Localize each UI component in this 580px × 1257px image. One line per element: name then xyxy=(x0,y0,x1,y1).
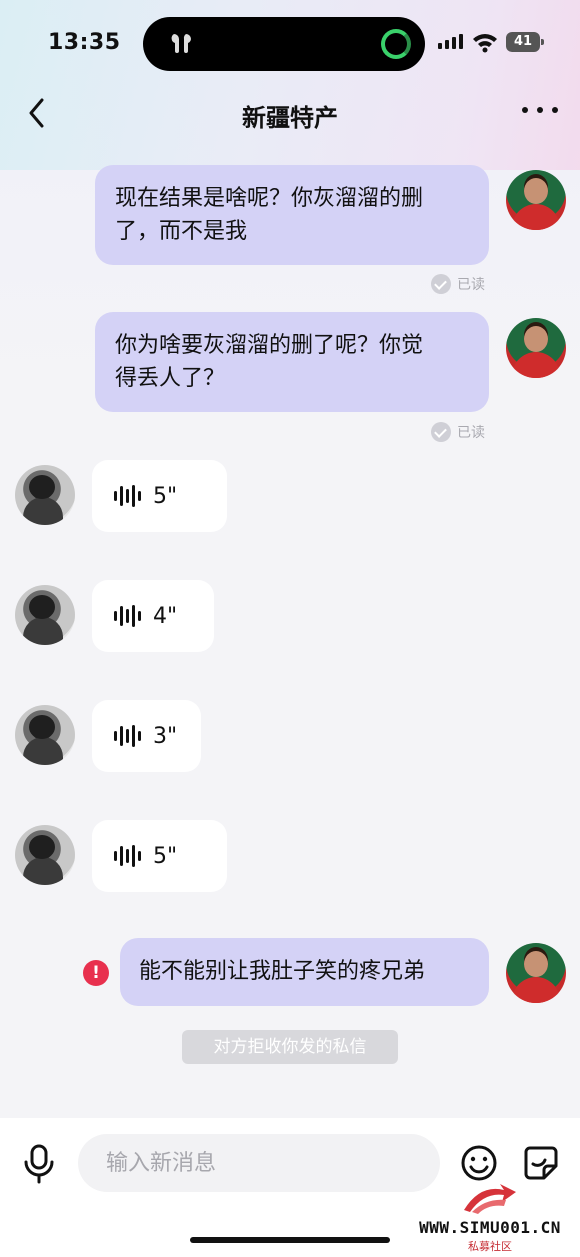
voice-duration: 5" xyxy=(153,843,178,869)
send-failed-icon[interactable]: ! xyxy=(83,960,109,986)
watermark-text: WWW.SIMU001.CN xyxy=(419,1218,561,1237)
sent-message-bubble[interactable]: 你为啥要灰溜溜的删了呢？你觉 得丢人了？ xyxy=(95,312,489,412)
microphone-icon[interactable] xyxy=(22,1144,56,1184)
activity-ring-icon xyxy=(381,29,411,59)
message-text-line: 能不能别让我肚子笑的疼兄弟 xyxy=(139,959,426,984)
home-indicator xyxy=(190,1237,390,1243)
contact-avatar[interactable] xyxy=(15,825,75,885)
voice-duration: 4" xyxy=(153,603,178,629)
voice-duration: 5" xyxy=(153,483,178,509)
battery-icon: 41 xyxy=(506,32,544,52)
voice-message-bubble[interactable]: 5" xyxy=(92,460,227,532)
sent-message-bubble[interactable]: 现在结果是啥呢？你灰溜溜的删 了，而不是我 xyxy=(95,165,489,265)
chat-header: 新疆特产 xyxy=(0,88,580,138)
message-text-line: 你为啥要灰溜溜的删了呢？你觉 xyxy=(115,333,424,358)
contact-avatar[interactable] xyxy=(15,705,75,765)
voice-wave-icon xyxy=(114,844,141,868)
read-status-text: 已读 xyxy=(457,277,485,293)
contact-avatar[interactable] xyxy=(15,585,75,645)
watermark: WWW.SIMU001.CN 私募社区 xyxy=(400,1178,580,1254)
my-avatar[interactable] xyxy=(506,943,566,1003)
read-status-text: 已读 xyxy=(457,425,485,441)
wifi-icon xyxy=(473,34,497,53)
read-receipt: 已读 xyxy=(431,274,485,294)
emoji-icon[interactable] xyxy=(460,1144,498,1182)
sticker-icon[interactable] xyxy=(522,1144,560,1182)
contact-avatar[interactable] xyxy=(15,465,75,525)
voice-message-bubble[interactable]: 4" xyxy=(92,580,214,652)
check-circle-icon xyxy=(431,274,451,294)
voice-wave-icon xyxy=(114,724,141,748)
voice-wave-icon xyxy=(114,484,141,508)
watermark-subtext: 私募社区 xyxy=(468,1240,512,1253)
sent-message-bubble-failed[interactable]: 能不能别让我肚子笑的疼兄弟 xyxy=(120,938,489,1006)
message-text-line: 得丢人了？ xyxy=(115,366,226,391)
check-circle-icon xyxy=(431,422,451,442)
watermark-logo-icon xyxy=(464,1184,516,1214)
voice-message-bubble[interactable]: 3" xyxy=(92,700,201,772)
voice-wave-icon xyxy=(114,604,141,628)
my-avatar[interactable] xyxy=(506,318,566,378)
voice-message-bubble[interactable]: 5" xyxy=(92,820,227,892)
status-bar: 13:35 41 xyxy=(0,0,580,88)
voice-duration: 3" xyxy=(153,723,178,749)
my-avatar[interactable] xyxy=(506,170,566,230)
dynamic-island xyxy=(143,17,425,71)
airpods-icon xyxy=(171,34,191,53)
cellular-signal-icon xyxy=(438,34,463,49)
status-time: 13:35 xyxy=(48,30,121,55)
message-text-line: 了，而不是我 xyxy=(115,219,248,244)
system-notice: 对方拒收你发的私信 xyxy=(182,1030,398,1064)
message-text-line: 现在结果是啥呢？你灰溜溜的删 xyxy=(115,186,424,211)
more-dots-icon[interactable] xyxy=(522,102,558,118)
read-receipt: 已读 xyxy=(431,422,485,442)
message-input[interactable] xyxy=(78,1134,440,1192)
chat-title: 新疆特产 xyxy=(242,104,338,132)
